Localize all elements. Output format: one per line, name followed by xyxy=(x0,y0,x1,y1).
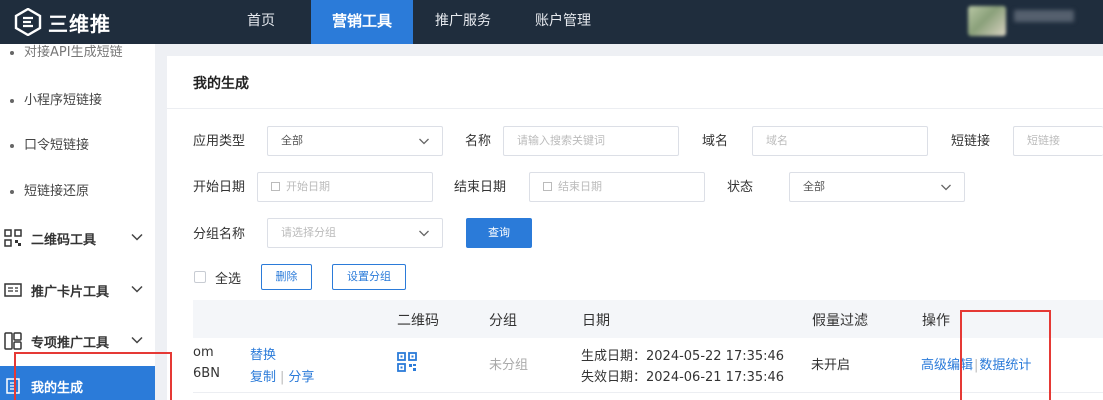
sidebar-group-qrcode-tools[interactable]: 二维码工具 xyxy=(4,226,152,250)
avatar[interactable] xyxy=(968,6,1006,36)
replace-link[interactable]: 替换 xyxy=(250,344,276,363)
column-header-fake-filter: 假量过滤 xyxy=(812,313,868,329)
table-header: 二维码 分组 日期 假量过滤 操作 xyxy=(193,300,1103,338)
bullet-icon xyxy=(10,50,14,55)
domain-input[interactable]: 域名 xyxy=(752,126,928,156)
short-link-label: 短链接 xyxy=(951,134,991,149)
set-group-button[interactable]: 设置分组 xyxy=(332,264,406,290)
data-stats-link[interactable]: 数据统计 xyxy=(979,358,1031,373)
column-header-date: 日期 xyxy=(582,313,610,329)
separator: | xyxy=(974,358,979,373)
logo-icon xyxy=(14,8,42,36)
group-select[interactable]: 请选择分组 xyxy=(267,218,443,248)
chevron-down-icon xyxy=(131,285,143,293)
nav-promotion-services[interactable]: 推广服务 xyxy=(428,0,498,44)
short-url-fragment: 6BN xyxy=(193,366,220,381)
expiry-date: 失效日期：2024-06-21 17:35:46 xyxy=(581,370,785,385)
created-date: 生成日期：2024-05-22 17:35:46 xyxy=(581,349,785,364)
logo[interactable]: 三维推 xyxy=(14,6,111,38)
document-icon xyxy=(6,378,20,394)
fake-filter-status: 未开启 xyxy=(811,358,851,373)
group-name-label: 分组名称 xyxy=(193,227,246,242)
domain-label: 域名 xyxy=(702,134,729,149)
short-link-input[interactable]: 短链接 xyxy=(1013,126,1103,156)
special-tools-icon xyxy=(4,332,22,350)
row-divider xyxy=(193,392,1103,393)
nav-account-management[interactable]: 账户管理 xyxy=(528,0,598,44)
status-label: 状态 xyxy=(727,180,754,195)
sidebar-item-short-link-restore[interactable]: 短链接还原 xyxy=(10,180,89,199)
calendar-icon xyxy=(543,181,552,191)
column-header-qrcode: 二维码 xyxy=(397,313,439,329)
advanced-edit-link[interactable]: 高级编辑 xyxy=(921,358,973,373)
sidebar: 对接API生成短链 小程序短链接 口令短链接 短链接还原 二维码工具 推广卡片工… xyxy=(0,44,155,400)
end-date-label: 结束日期 xyxy=(454,180,507,195)
nav-marketing-tools[interactable]: 营销工具 xyxy=(311,0,413,44)
qrcode-icon xyxy=(4,229,22,247)
calendar-icon xyxy=(271,181,280,191)
start-date-picker[interactable]: 开始日期 xyxy=(257,172,433,202)
chevron-down-icon xyxy=(131,336,143,344)
sidebar-item-password-short-link[interactable]: 口令短链接 xyxy=(10,134,89,153)
nav-home[interactable]: 首页 xyxy=(230,0,292,44)
name-label: 名称 xyxy=(465,134,492,149)
sidebar-group-promo-card-tools[interactable]: 推广卡片工具 xyxy=(4,278,152,302)
chevron-down-icon xyxy=(941,184,951,191)
card-icon xyxy=(4,283,22,297)
end-date-picker[interactable]: 结束日期 xyxy=(529,172,705,202)
chevron-down-icon xyxy=(131,233,143,241)
name-search-input[interactable]: 请输入搜索关键词 xyxy=(503,126,679,156)
qrcode-icon[interactable] xyxy=(397,352,417,372)
select-all-checkbox[interactable] xyxy=(194,271,206,283)
sidebar-item-miniprogram-short-link[interactable]: 小程序短链接 xyxy=(10,89,102,108)
sidebar-group-special-promo-tools[interactable]: 专项推广工具 xyxy=(4,329,152,353)
short-url-fragment: om xyxy=(193,345,214,360)
share-link[interactable]: 分享 xyxy=(288,370,314,385)
page-title: 我的生成 xyxy=(193,76,249,92)
copy-link[interactable]: 复制 xyxy=(250,370,276,385)
top-navbar: 三维推 首页 营销工具 推广服务 账户管理 xyxy=(0,0,1103,44)
column-header-operations: 操作 xyxy=(922,313,950,329)
query-button[interactable]: 查询 xyxy=(466,218,532,248)
separator: | xyxy=(280,370,285,385)
start-date-label: 开始日期 xyxy=(193,180,246,195)
app-type-select[interactable]: 全部 xyxy=(267,126,443,156)
select-all-label[interactable]: 全选 xyxy=(215,268,241,287)
app-name: 三维推 xyxy=(48,11,111,36)
operations-cell: 高级编辑|数据统计 xyxy=(921,354,1031,373)
column-header-group: 分组 xyxy=(489,313,517,329)
app-type-label: 应用类型 xyxy=(193,134,246,149)
bullet-icon xyxy=(10,98,14,103)
title-divider xyxy=(167,108,1103,109)
chevron-down-icon xyxy=(419,230,429,237)
sidebar-item-my-generated[interactable]: 我的生成 xyxy=(0,366,155,400)
bullet-icon xyxy=(10,189,14,194)
delete-button[interactable]: 删除 xyxy=(261,264,312,290)
sidebar-item-api-short-link[interactable]: 对接API生成短链 xyxy=(10,44,123,60)
group-value: 未分组 xyxy=(489,358,529,373)
row-actions: 复制 | 分享 xyxy=(250,366,314,385)
chevron-down-icon xyxy=(419,138,429,145)
username-blurred[interactable] xyxy=(1014,10,1074,22)
status-select[interactable]: 全部 xyxy=(789,172,965,202)
main-panel: 我的生成 应用类型 全部 名称 请输入搜索关键词 域名 域名 短链接 短链接 开… xyxy=(167,56,1103,400)
bullet-icon xyxy=(10,143,14,148)
